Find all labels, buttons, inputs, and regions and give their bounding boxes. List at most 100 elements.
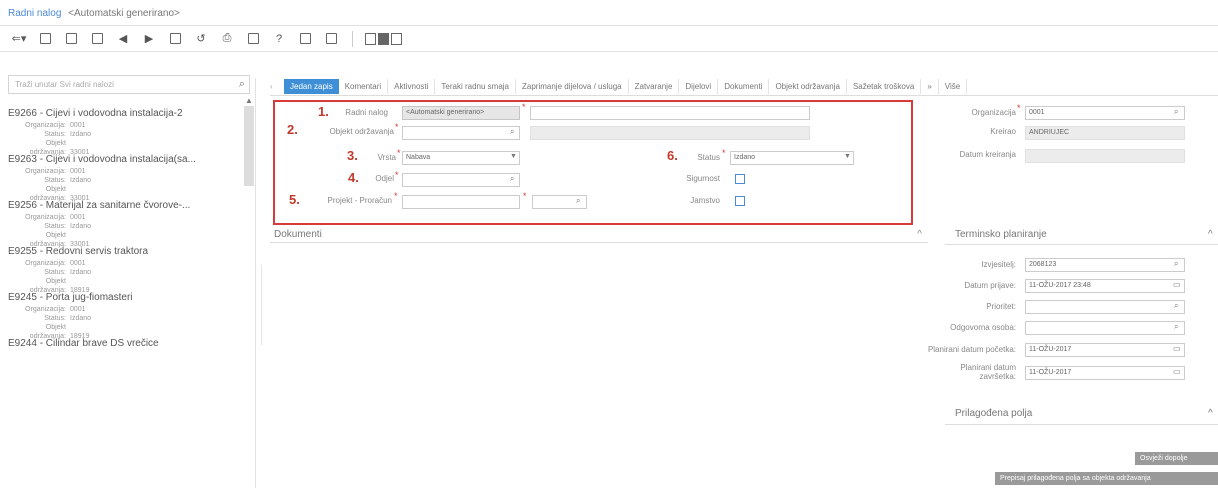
objekt-field[interactable] [402,126,520,140]
tab-zatvaranje[interactable]: Zatvaranje [629,79,680,94]
tab-jedan-zapis[interactable]: Jedan zapis [284,79,339,94]
odjel-field[interactable] [402,173,520,187]
list-item[interactable]: E9244 - Cilindar brave DS vrečice [8,338,244,384]
list-item[interactable]: E9263 - Cijevi i vodovodna instalacija(s… [8,154,244,202]
vrsta-select[interactable]: Nabava [402,151,520,165]
list-item[interactable]: E9255 - Redovni servis traktora Organiza… [8,246,244,294]
list-item[interactable]: E9266 - Cijevi i vodovodna instalacija-2… [8,108,244,156]
tab-more-icon[interactable]: » [921,79,939,94]
collapse-icon[interactable]: ^ [917,229,922,240]
chevron-down-icon[interactable]: ▼ [844,153,851,160]
calendar-icon[interactable]: ▭ [1173,367,1181,376]
attach-icon[interactable] [322,30,340,48]
list-item[interactable]: E9245 - Porta jug-fiomasteri Organizacij… [8,292,244,340]
datum-prijave-field[interactable]: 11-OŽU-2017 23:48 [1025,279,1185,293]
lookup-icon[interactable]: ⌕ [576,196,580,206]
lookup-icon[interactable]: ⌕ [1174,301,1178,311]
label-izvjesitelj: Izvjesitelj: [981,260,1016,269]
label-datum-prijave: Datum prijave: [964,281,1016,290]
scroll-up-icon[interactable]: ▲ [245,96,253,105]
list-scrollbar[interactable] [244,106,254,186]
label-prioritet: Prioritet: [986,302,1016,311]
label-planirani-zavrsetak: Planirani datum završetka: [960,363,1016,381]
list-item[interactable]: E9256 - Materijal za sanitarne čvorove-.… [8,200,244,248]
toolbar: ⇐▾ ◀ ▶ ↺ ⎙ ? [0,26,1218,52]
planirani-pocetak-field[interactable]: 11-OŽU-2017 [1025,343,1185,357]
save-icon[interactable] [36,30,54,48]
lookup-icon[interactable]: ⌕ [1174,107,1178,117]
help-icon[interactable]: ? [270,30,288,48]
lookup-icon[interactable]: ⌕ [1174,259,1178,269]
lookup-icon[interactable]: ⌕ [510,174,514,184]
documents-section-header[interactable]: Dokumenti ^ [270,229,928,243]
copy-custom-fields-button[interactable]: Prepisaj prilagođena polja sa objekta od… [995,472,1218,485]
refresh-fields-button[interactable]: Osvježi dopolje [1135,452,1218,465]
label-radni-nalog: Radni nalog [345,108,388,117]
list-item-title: E9263 - Cijevi i vodovodna instalacija(s… [8,154,196,165]
chevron-down-icon[interactable]: ▼ [510,153,517,160]
objekt-description [530,126,810,140]
radni-nalog-field[interactable]: <Automatski generirano> [402,106,520,120]
tab-vise[interactable]: Više [939,79,968,94]
custom-fields-title: Prilagođena polja [955,408,1033,419]
collapse-icon[interactable]: ^ [1208,229,1213,240]
divider [945,244,1218,245]
search-icon[interactable]: ⌕ [239,78,245,91]
prev-record-icon[interactable]: ◀ [114,30,132,48]
search-placeholder: Traži unutar Svi radni nalozi [15,80,114,89]
tab-aktivnosti[interactable]: Aktivnosti [388,79,436,94]
label-sigurnost: Sigurnost [686,174,720,183]
odgovorna-osoba-field[interactable] [1025,321,1185,335]
tab-prev-icon[interactable]: ‹ [270,82,284,91]
list-item-title: E9266 - Cijevi i vodovodna instalacija-2 [8,108,183,119]
divider [945,424,1218,425]
required-marker: * [397,148,401,158]
sigurnost-checkbox[interactable] [735,174,745,184]
layout-icons[interactable] [365,30,402,48]
tab-bar: ‹ Jedan zapis Komentari Aktivnosti Terak… [270,78,1218,96]
calendar-icon[interactable]: ▭ [1173,344,1181,353]
required-marker: * [395,122,399,132]
record-subtitle: <Automatski generirano> [68,8,180,19]
label-kreirao: Kreirao [990,127,1016,136]
tab-sazetak[interactable]: Sažetak troškova [847,79,922,94]
required-marker: * [394,191,398,201]
toolbar-separator [352,30,353,47]
label-odgovorna-osoba: Odgovorna osoba: [950,323,1016,332]
izvjesitelj-field[interactable]: 2068123 [1025,258,1185,272]
tab-dijelovi[interactable]: Dijelovi [679,79,719,94]
panel-splitter[interactable] [261,265,264,345]
tab-teraki[interactable]: Teraki radnu smaja [435,79,516,94]
preview-icon[interactable] [244,30,262,48]
radni-nalog-description[interactable] [530,106,810,120]
print-icon[interactable]: ⎙ [218,30,236,48]
label-jamstvo: Jamstvo [690,196,720,205]
label-projekt: Projekt - Proračun [327,196,392,205]
organizacija-field[interactable]: 0001 [1025,106,1185,120]
collapse-icon[interactable]: ^ [1208,408,1213,419]
status-select[interactable]: Izdano [730,151,854,165]
tab-zaprimanje[interactable]: Zaprimanje dijelova / usluga [516,79,629,94]
lookup-icon[interactable]: ⌕ [510,127,514,137]
copy-record-icon[interactable] [166,30,184,48]
lookup-icon[interactable]: ⌕ [1174,322,1178,332]
save-copy-icon[interactable] [62,30,80,48]
calendar-icon[interactable]: ▭ [1173,280,1181,289]
back-dropdown-icon[interactable]: ⇐▾ [10,30,28,48]
comment-icon[interactable] [296,30,314,48]
tab-objekt[interactable]: Objekt održavanja [769,79,847,94]
tab-dokumenti[interactable]: Dokumenti [718,79,770,94]
label-vrsta: Vrsta [377,153,396,162]
tab-komentari[interactable]: Komentari [339,79,389,94]
refresh-icon[interactable]: ↺ [192,30,210,48]
list-search-input[interactable]: Traži unutar Svi radni nalozi ⌕ [8,75,250,94]
marker-2: 2. [287,122,298,137]
list-item-title: E9245 - Porta jug-fiomasteri [8,292,133,303]
delete-icon[interactable] [88,30,106,48]
next-record-icon[interactable]: ▶ [140,30,158,48]
planirani-zavrsetak-field[interactable]: 11-OŽU-2017 [1025,366,1185,380]
title-bar: Radni nalog <Automatski generirano> [0,0,1218,26]
prioritet-field[interactable] [1025,300,1185,314]
projekt-field[interactable] [402,195,520,209]
jamstvo-checkbox[interactable] [735,196,745,206]
